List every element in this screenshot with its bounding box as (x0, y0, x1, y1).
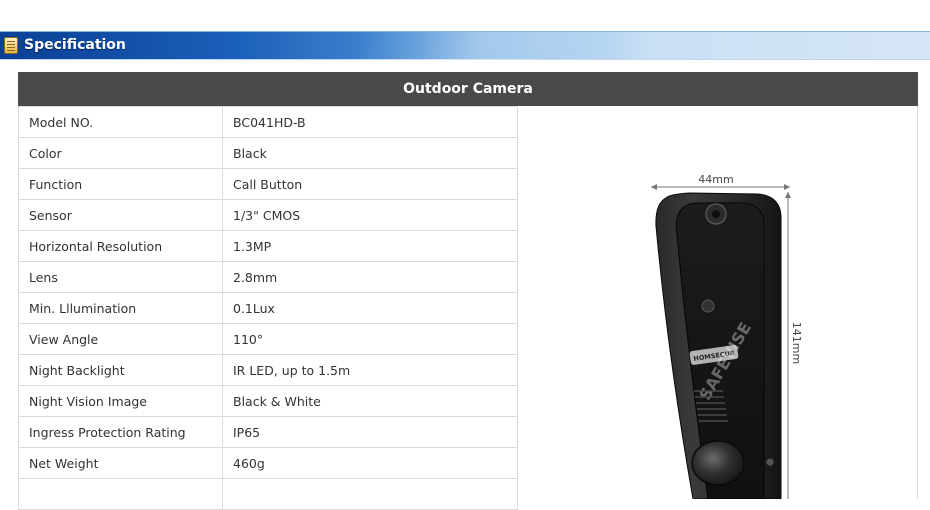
width-label: 44mm (698, 173, 733, 186)
table-row: Color Black (18, 137, 518, 169)
spec-value: 460g (222, 447, 518, 479)
spec-key: Night Backlight (18, 354, 223, 386)
document-icon (4, 37, 18, 54)
spec-key: Color (18, 137, 223, 169)
call-button-icon (691, 440, 745, 486)
section-title: Specification (24, 37, 126, 53)
spec-value: IP65 (222, 416, 518, 448)
spec-value: 2.8mm (222, 261, 518, 293)
table-row: Model NO. BC041HD-B (18, 106, 518, 138)
product-image-area: 44mm 141mm HOMSECUR SAFEVISE (518, 106, 918, 500)
spec-table: Model NO. BC041HD-B Color Black Function Ca… (18, 106, 518, 510)
spec-key: Model NO. (18, 106, 223, 138)
spec-value: Black & White (222, 385, 518, 417)
table-row: Sensor 1/3" CMOS (18, 199, 518, 231)
spec-key: Night Vision Image (18, 385, 223, 417)
outdoor-camera-image: 44mm 141mm HOMSECUR SAFEVISE (651, 173, 803, 500)
table-row: Lens 2.8mm (18, 261, 518, 293)
spec-value-empty (222, 478, 518, 510)
table-row: Ingress Protection Rating IP65 (18, 416, 518, 448)
spec-key: Lens (18, 261, 223, 293)
spec-value: 0.1Lux (222, 292, 518, 324)
table-header: Outdoor Camera (18, 72, 918, 106)
spec-key: View Angle (18, 323, 223, 355)
table-row: Net Weight 460g (18, 447, 518, 479)
table-row: Night Vision Image Black & White (18, 385, 518, 417)
table-row: Min. Lllumination 0.1Lux (18, 292, 518, 324)
table-row: Function Call Button (18, 168, 518, 200)
camera-lens-icon (701, 299, 715, 313)
screw-icon (765, 457, 775, 467)
table-row: Night Backlight IR LED, up to 1.5m (18, 354, 518, 386)
spec-value: Call Button (222, 168, 518, 200)
spec-value: 1/3" CMOS (222, 199, 518, 231)
spec-key: Min. Lllumination (18, 292, 223, 324)
spec-value: 1.3MP (222, 230, 518, 262)
specification-banner: Specification (0, 31, 930, 60)
spec-key: Net Weight (18, 447, 223, 479)
spec-value: 110° (222, 323, 518, 355)
spec-key-empty (18, 478, 223, 510)
table-row-partial (18, 478, 518, 510)
spec-value: IR LED, up to 1.5m (222, 354, 518, 386)
spec-key: Ingress Protection Rating (18, 416, 223, 448)
table-row: Horizontal Resolution 1.3MP (18, 230, 518, 262)
height-label: 141mm (790, 322, 803, 364)
banner-swoosh (360, 32, 600, 60)
spec-key: Horizontal Resolution (18, 230, 223, 262)
spec-key: Function (18, 168, 223, 200)
spec-value: BC041HD-B (222, 106, 518, 138)
table-row: View Angle 110° (18, 323, 518, 355)
spec-key: Sensor (18, 199, 223, 231)
spec-value: Black (222, 137, 518, 169)
